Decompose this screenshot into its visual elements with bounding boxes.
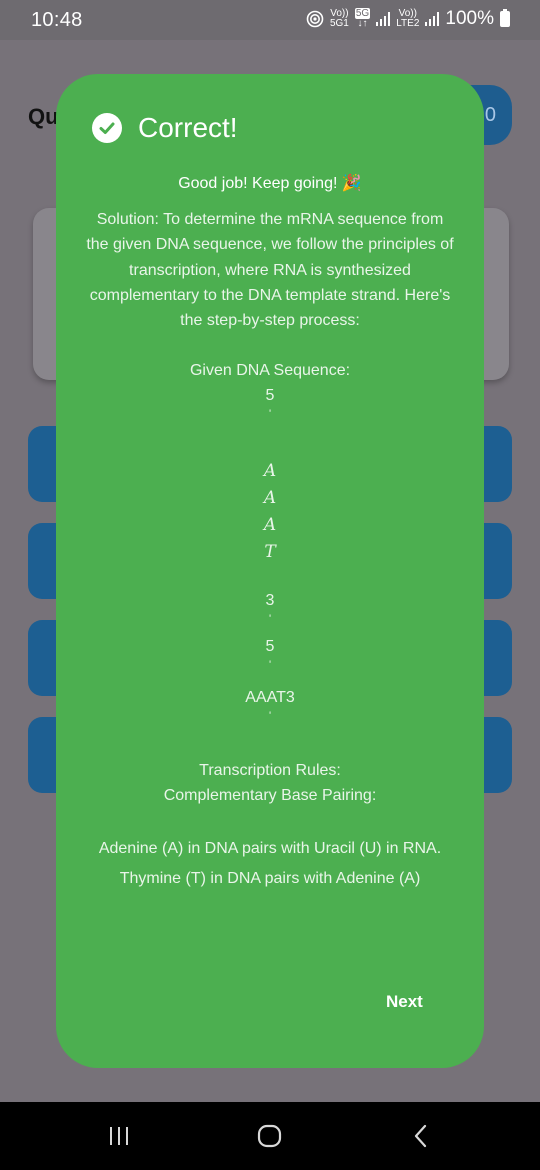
hotspot-icon — [306, 10, 324, 28]
score-value: 0 — [484, 103, 496, 126]
volte2-icon: Vo)) LTE2 — [396, 9, 419, 29]
battery-percent: 100% — [445, 8, 494, 29]
recents-icon[interactable] — [104, 1122, 134, 1150]
status-time: 10:48 — [31, 9, 83, 31]
net-5g-label: 5G — [354, 8, 371, 19]
base-a3: A — [263, 515, 277, 536]
status-bar: 10:48 Vo)) 5G1 5G ↓↑ Vo)) LTE2 100% — [0, 0, 540, 40]
signal-2-icon — [425, 12, 440, 26]
result-dialog: Correct! Good job! Keep going! 🎉 Solutio… — [56, 74, 484, 1068]
prime-mark: ' — [268, 613, 272, 626]
seq-5b-label: 5 — [265, 638, 275, 656]
back-icon[interactable] — [406, 1122, 436, 1150]
volte2-bottom: LTE2 — [396, 18, 420, 29]
rules-heading: Transcription Rules: — [199, 762, 341, 780]
quiz-title: Qu — [28, 104, 59, 129]
dialog-scroll-content[interactable]: Good job! Keep going! 🎉 Solution: To det… — [56, 170, 484, 936]
aaat3-label: AAAT3 — [245, 689, 295, 707]
navigation-bar — [0, 1102, 540, 1170]
check-circle-icon — [92, 113, 122, 143]
prime-mark: ' — [268, 710, 272, 723]
status-icons: Vo)) 5G1 5G ↓↑ Vo)) LTE2 100% — [306, 8, 510, 30]
signal-1-icon — [376, 12, 391, 26]
battery-icon — [500, 9, 510, 27]
5g-icon: 5G ↓↑ — [354, 8, 371, 29]
prime-mark: ' — [268, 408, 272, 421]
seq-3-label: 3 — [265, 592, 275, 610]
base-a2: A — [263, 488, 277, 509]
home-icon[interactable] — [255, 1122, 285, 1150]
encouragement-message: Good job! Keep going! 🎉 — [178, 175, 362, 192]
dialog-title: Correct! — [138, 112, 238, 143]
dialog-header: Correct! — [92, 112, 238, 144]
rule-adenine: Adenine (A) in DNA pairs with Uracil (U)… — [98, 840, 442, 858]
volte1-bottom: 5G1 — [329, 18, 349, 29]
next-button[interactable]: Next — [386, 992, 423, 1012]
prime-mark: ' — [268, 659, 272, 672]
seq-5-label: 5 — [265, 387, 275, 405]
pairing-heading: Complementary Base Pairing: — [163, 787, 377, 805]
given-dna-heading: Given DNA Sequence: — [189, 362, 351, 380]
volte1-icon: Vo)) 5G1 — [330, 9, 349, 29]
rule-thymine: Thymine (T) in DNA pairs with Adenine (A… — [119, 870, 421, 888]
base-a1: A — [263, 461, 277, 482]
solution-text: Solution: To determine the mRNA sequence… — [86, 211, 454, 330]
base-t: T — [264, 542, 276, 563]
